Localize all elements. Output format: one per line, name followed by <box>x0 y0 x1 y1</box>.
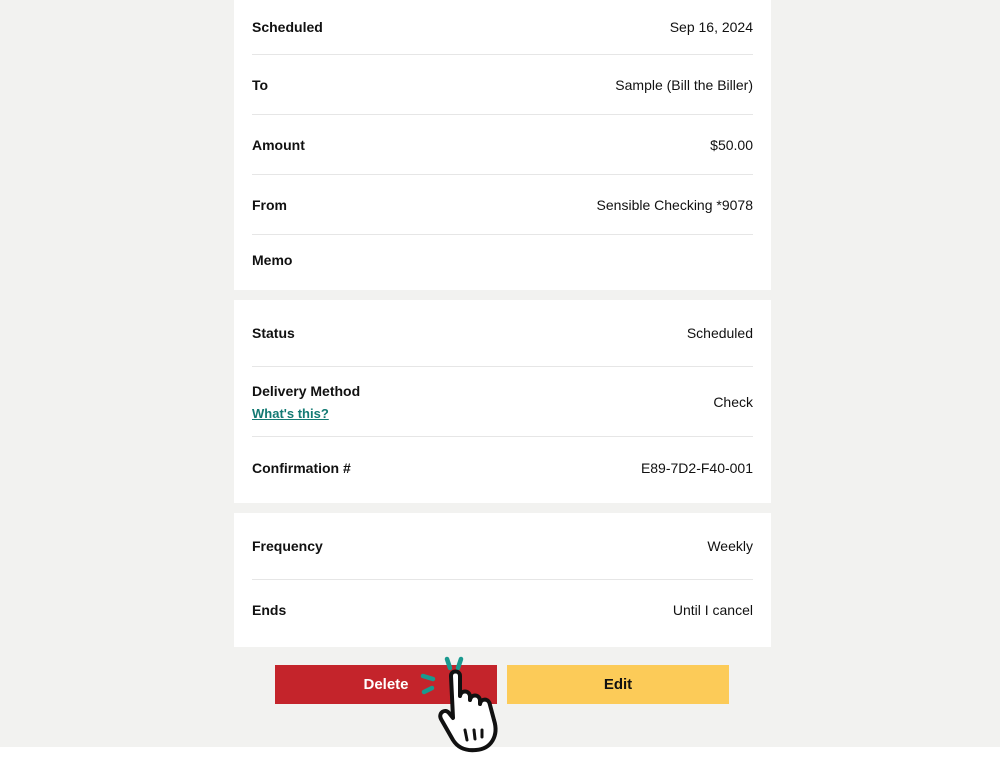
detail-row-ends: Ends Until I cancel <box>252 580 753 640</box>
payment-details-card: Scheduled Sep 16, 2024 To Sample (Bill t… <box>234 0 771 290</box>
detail-row-memo: Memo <box>252 235 753 285</box>
ends-label: Ends <box>252 602 287 618</box>
amount-value: $50.00 <box>710 136 753 153</box>
confirmation-label: Confirmation # <box>252 460 351 476</box>
detail-row-to: To Sample (Bill the Biller) <box>252 55 753 115</box>
frequency-value: Weekly <box>707 538 753 554</box>
detail-row-scheduled: Scheduled Sep 16, 2024 <box>252 0 753 55</box>
delivery-method-label-group: Delivery Method What's this? <box>252 383 360 421</box>
confirmation-value: E89-7D2-F40-001 <box>640 460 753 476</box>
detail-row-amount: Amount $50.00 <box>252 115 753 175</box>
recurrence-card: Frequency Weekly Ends Until I cancel <box>234 513 771 647</box>
detail-row-confirmation: Confirmation # E89-7D2-F40-001 <box>252 437 753 499</box>
to-label: To <box>252 76 269 93</box>
to-value: Sample (Bill the Biller) <box>615 76 753 93</box>
detail-row-delivery-method: Delivery Method What's this? Check <box>252 367 753 437</box>
amount-label: Amount <box>252 136 305 153</box>
from-label: From <box>252 196 287 213</box>
whats-this-link[interactable]: What's this? <box>252 406 360 421</box>
status-value: Scheduled <box>686 325 753 341</box>
detail-row-status: Status Scheduled <box>252 300 753 367</box>
detail-row-frequency: Frequency Weekly <box>252 513 753 580</box>
status-details-card: Status Scheduled Delivery Method What's … <box>234 300 771 503</box>
frequency-label: Frequency <box>252 538 323 554</box>
status-label: Status <box>252 325 295 341</box>
delivery-method-label: Delivery Method <box>252 382 361 399</box>
memo-label: Memo <box>252 252 293 268</box>
ends-value: Until I cancel <box>672 602 753 618</box>
delivery-method-value: Check <box>713 393 753 410</box>
hand-pointer-icon <box>420 656 498 753</box>
scheduled-value: Sep 16, 2024 <box>669 19 753 35</box>
scheduled-label: Scheduled <box>252 19 323 35</box>
from-value: Sensible Checking *9078 <box>596 196 753 213</box>
edit-button[interactable]: Edit <box>507 665 729 704</box>
detail-row-from: From Sensible Checking *9078 <box>252 175 753 235</box>
